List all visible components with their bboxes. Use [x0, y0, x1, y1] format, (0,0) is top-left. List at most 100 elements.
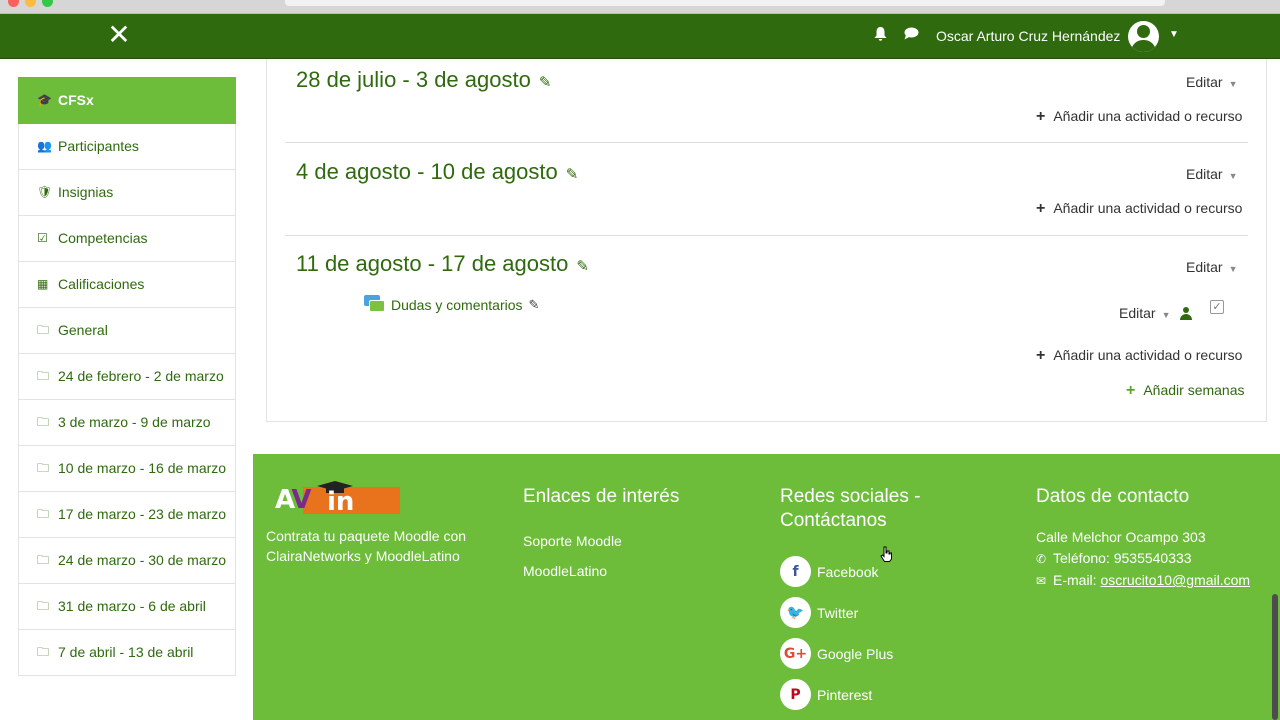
sidebar-item[interactable]: 👥 Participantes [18, 124, 236, 170]
sidebar-item-label: 10 de marzo - 16 de marzo [58, 460, 227, 476]
sidebar-item[interactable]: 🗀 24 de marzo - 30 de marzo [18, 538, 236, 584]
course-sidebar: 🎓 CFSx 👥 Participantes 🛡 Insignias ☑ Competenci… [18, 77, 236, 676]
phone-icon: ✆ [1036, 552, 1047, 566]
social-link[interactable]: 🐦 Twitter [780, 597, 858, 628]
google-plus-icon: G+ [780, 638, 811, 669]
social-link[interactable]: G+ Google Plus [780, 638, 893, 669]
sidebar-item-label: 24 de marzo - 30 de marzo [58, 552, 227, 568]
sidebar-item-label: Competencias [58, 230, 148, 246]
edit-menu[interactable]: Editar ▼ [1186, 74, 1238, 90]
users-icon: 👥 [37, 139, 52, 153]
add-activity-link[interactable]: + Añadir una actividad o recurso [1036, 108, 1242, 126]
bell-icon[interactable] [874, 27, 887, 44]
edit-pencil-icon[interactable]: ✎ [566, 165, 579, 183]
checkbox-icon: ☑ [37, 231, 48, 245]
contact-heading: Datos de contacto [1036, 486, 1190, 507]
add-weeks-link[interactable]: + Añadir semanas [1126, 382, 1245, 400]
folder-icon: 🗀 [37, 645, 50, 659]
avatar[interactable] [1128, 21, 1159, 52]
folder-icon: 🗀 [37, 507, 50, 521]
social-label: Facebook [817, 563, 879, 580]
social-link[interactable]: P Pinterest [780, 679, 872, 710]
sidebar-item[interactable]: 🗀 General [18, 308, 236, 354]
activity-edit-menu[interactable]: Editar ▼ [1119, 305, 1171, 321]
footer-link[interactable]: MoodleLatino [523, 563, 607, 579]
contact-address: Calle Melchor Ocampo 303 [1036, 529, 1206, 545]
sidebar-item[interactable]: 🗀 10 de marzo - 16 de marzo [18, 446, 236, 492]
sidebar-item[interactable]: 🗀 17 de marzo - 23 de marzo [18, 492, 236, 538]
user-name[interactable]: Oscar Arturo Cruz Hernández [936, 28, 1120, 44]
plus-icon: + [1126, 382, 1136, 399]
chevron-down-icon: ▼ [1161, 310, 1171, 320]
graduation-cap-icon: 🎓 [37, 93, 52, 107]
forum-activity-link[interactable]: Dudas y comentarios ✎ [364, 295, 539, 315]
sidebar-item[interactable]: 🎓 CFSx [18, 77, 236, 124]
sidebar-item-label: CFSx [58, 92, 94, 108]
browser-chrome [0, 0, 1280, 14]
sidebar-item-label: Calificaciones [58, 276, 145, 292]
sidebar-item-label: 3 de marzo - 9 de marzo [58, 414, 211, 430]
social-label: Pinterest [817, 686, 873, 703]
section-divider [285, 235, 1248, 236]
add-activity-link[interactable]: + Añadir una actividad o recurso [1036, 200, 1242, 218]
edit-menu[interactable]: Editar ▼ [1186, 166, 1238, 182]
edit-pencil-icon[interactable]: ✎ [529, 297, 540, 313]
folder-icon: 🗀 [37, 415, 50, 429]
chevron-down-icon: ▼ [1228, 79, 1238, 89]
sidebar-item-label: 24 de febrero - 2 de marzo [58, 368, 224, 384]
folder-icon: 🗀 [37, 461, 50, 475]
zoom-window-dot[interactable] [42, 0, 53, 7]
contact-phone: ✆ Teléfono: 9535540333 [1036, 550, 1192, 566]
edit-menu[interactable]: Editar ▼ [1186, 259, 1238, 275]
sidebar-item[interactable]: 🗀 31 de marzo - 6 de abril [18, 584, 236, 630]
add-activity-link[interactable]: + Añadir una actividad o recurso [1036, 347, 1242, 365]
edit-pencil-icon[interactable]: ✎ [576, 257, 589, 275]
completion-checkbox-icon[interactable]: ✓ [1210, 300, 1224, 314]
close-icon[interactable]: ✕ [107, 21, 131, 49]
sidebar-item-label: Insignias [58, 184, 114, 200]
plus-icon: + [1036, 200, 1046, 217]
address-bar[interactable] [285, 0, 1165, 6]
close-window-dot[interactable] [8, 0, 19, 7]
section-title: 4 de agosto - 10 de agosto ✎ [296, 159, 579, 184]
contact-email: ✉ E-mail: oscrucito10@gmail.com [1036, 572, 1251, 588]
envelope-icon: ✉ [1036, 574, 1047, 588]
chevron-down-icon[interactable]: ▼ [1169, 29, 1179, 40]
course-content: 28 de julio - 3 de agosto ✎ Editar ▼ + Añad… [266, 59, 1267, 422]
plus-icon: + [1036, 108, 1046, 125]
social-heading: Redes sociales - Contáctanos [780, 486, 921, 531]
section-title: 28 de julio - 3 de agosto ✎ [296, 67, 552, 92]
page-scrollbar[interactable] [1272, 594, 1278, 720]
avin-logo[interactable]: AV in [275, 481, 400, 517]
minimize-window-dot[interactable] [25, 0, 36, 7]
folder-icon: 🗀 [37, 553, 50, 567]
twitter-icon: 🐦 [780, 597, 811, 628]
table-icon: ▦ [37, 277, 49, 291]
folder-icon: 🗀 [37, 369, 50, 383]
social-label: Google Plus [817, 645, 894, 662]
facebook-icon: f [780, 556, 811, 587]
sidebar-item[interactable]: 🗀 24 de febrero - 2 de marzo [18, 354, 236, 400]
sidebar-item[interactable]: 🛡 Insignias [18, 170, 236, 216]
edit-pencil-icon[interactable]: ✎ [539, 73, 552, 91]
section-divider [285, 142, 1248, 143]
social-link[interactable]: f Facebook [780, 556, 878, 587]
group-mode-icon[interactable] [1180, 307, 1192, 321]
social-label: Twitter [817, 604, 859, 621]
sidebar-item[interactable]: 🗀 7 de abril - 13 de abril [18, 630, 236, 676]
sidebar-item[interactable]: 🗀 3 de marzo - 9 de marzo [18, 400, 236, 446]
sidebar-item[interactable]: ☑ Competencias [18, 216, 236, 262]
footer-tagline: Contrata tu paquete Moodle con ClairaNet… [266, 528, 467, 564]
folder-icon: 🗀 [37, 599, 50, 613]
shield-icon: 🛡 [37, 185, 53, 199]
chat-bubble-icon[interactable] [904, 27, 919, 43]
folder-icon: 🗀 [37, 323, 50, 337]
sidebar-item-label: Participantes [58, 138, 139, 154]
chevron-down-icon: ▼ [1228, 264, 1238, 274]
sidebar-item-label: 17 de marzo - 23 de marzo [58, 506, 227, 522]
sidebar-item[interactable]: ▦ Calificaciones [18, 262, 236, 308]
email-link[interactable]: oscrucito10@gmail.com [1100, 572, 1250, 588]
chevron-down-icon: ▼ [1228, 171, 1238, 181]
footer-link[interactable]: Soporte Moodle [523, 533, 622, 549]
section-title: 11 de agosto - 17 de agosto ✎ [296, 251, 589, 276]
